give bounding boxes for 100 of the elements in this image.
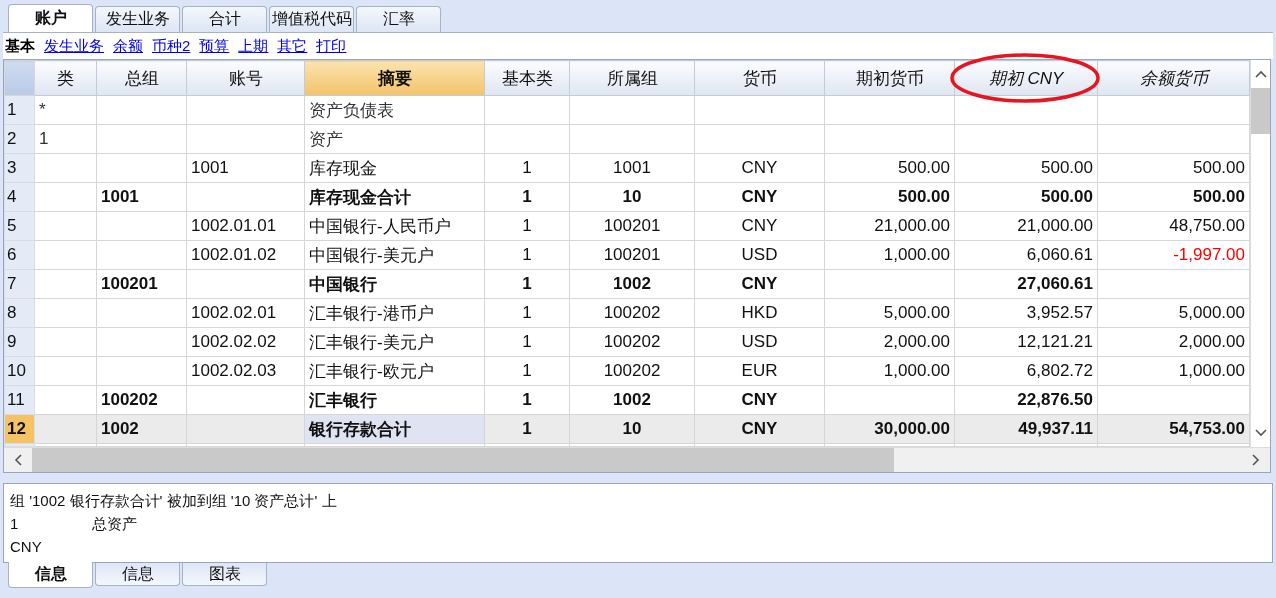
table-cell: 库存现金 <box>304 153 485 183</box>
table-cell: EUR <box>694 356 825 386</box>
table-cell: 500.00 <box>954 153 1098 183</box>
tab[interactable]: 发生业务 <box>95 6 180 32</box>
table-cell: 汇丰银行 <box>304 385 485 415</box>
table-cell: 1 <box>484 182 570 212</box>
table-cell: 10 <box>569 414 695 444</box>
scroll-down-icon[interactable] <box>1254 429 1267 437</box>
table-cell: 库存现金合计 <box>304 182 485 212</box>
table-cell: 1 <box>484 211 570 241</box>
table-cell: 1 <box>484 385 570 415</box>
tab[interactable]: 信息 <box>8 562 93 588</box>
table-cell: 54,753.00 <box>1097 414 1250 444</box>
row-number[interactable]: 8 <box>4 298 35 328</box>
row-number[interactable]: 1 <box>4 95 35 125</box>
table-cell: 1001 <box>96 182 187 212</box>
table-cell: 中国银行-人民币户 <box>304 211 485 241</box>
table-cell: 1002.02.02 <box>186 327 305 357</box>
table-cell: 100201 <box>569 240 695 270</box>
row-number[interactable]: 7 <box>4 269 35 299</box>
table-cell: 500.00 <box>824 153 955 183</box>
info-text: CNY <box>10 537 43 557</box>
table-cell: 10 <box>569 182 695 212</box>
vertical-scrollbar[interactable] <box>1250 60 1270 447</box>
table-cell: 1002.01.02 <box>186 240 305 270</box>
view-link[interactable]: 打印 <box>316 36 347 56</box>
info-text: 总资产 <box>92 514 137 534</box>
table-cell: 1 <box>484 298 570 328</box>
column-header[interactable]: 类 <box>34 60 97 96</box>
table-cell: CNY <box>694 153 825 183</box>
table-cell: 5,000.00 <box>824 298 955 328</box>
column-header[interactable]: 账号 <box>186 60 305 96</box>
table-cell: 1 <box>484 269 570 299</box>
row-number[interactable]: 4 <box>4 182 35 212</box>
table-cell: 银行存款合计 <box>304 414 485 444</box>
tab[interactable]: 图表 <box>182 563 267 586</box>
table-cell: 1001 <box>186 153 305 183</box>
table-cell: 100202 <box>96 385 187 415</box>
table-cell: 100202 <box>569 356 695 386</box>
table-cell: 500.00 <box>1097 153 1250 183</box>
view-link[interactable]: 上期 <box>238 36 269 56</box>
row-number[interactable]: 9 <box>4 327 35 357</box>
view-link[interactable]: 发生业务 <box>44 36 104 56</box>
table-cell: 22,876.50 <box>954 385 1098 415</box>
table-cell: CNY <box>694 182 825 212</box>
table-cell: USD <box>694 327 825 357</box>
column-header[interactable]: 基本类 <box>484 60 570 96</box>
table-cell: 500.00 <box>824 182 955 212</box>
table-cell: 1002 <box>96 414 187 444</box>
column-header[interactable]: 总组 <box>96 60 187 96</box>
view-link[interactable]: 预算 <box>199 36 230 56</box>
table-cell: 1002.02.01 <box>186 298 305 328</box>
table-cell: 100202 <box>569 327 695 357</box>
horizontal-scrollbar[interactable] <box>4 447 1270 472</box>
scroll-right-icon[interactable] <box>1252 454 1260 466</box>
tab[interactable]: 账户 <box>8 4 93 32</box>
table-cell: 1 <box>484 414 570 444</box>
table-cell: 48,750.00 <box>1097 211 1250 241</box>
table-cell: -1,997.00 <box>1097 240 1250 270</box>
table-cell: 27,060.61 <box>954 269 1098 299</box>
row-number[interactable]: 3 <box>4 153 35 183</box>
tab[interactable]: 信息 <box>95 563 180 586</box>
corner-cell <box>4 60 35 96</box>
row-number[interactable]: 11 <box>4 385 35 415</box>
table-cell: 30,000.00 <box>824 414 955 444</box>
column-header[interactable]: 所属组 <box>569 60 695 96</box>
table-cell: 100202 <box>569 298 695 328</box>
scroll-up-icon[interactable] <box>1254 70 1267 78</box>
tab[interactable]: 汇率 <box>356 6 441 32</box>
table-cell: 6,802.72 <box>954 356 1098 386</box>
row-number[interactable]: 10 <box>4 356 35 386</box>
table-cell: 1002 <box>569 385 695 415</box>
row-number[interactable]: 6 <box>4 240 35 270</box>
view-label[interactable]: 基本 <box>5 36 35 56</box>
view-link[interactable]: 余额 <box>113 36 143 56</box>
table-cell: 1 <box>484 356 570 386</box>
scroll-left-icon[interactable] <box>14 454 22 466</box>
table-cell: 1,000.00 <box>1097 356 1250 386</box>
table-cell: USD <box>694 240 825 270</box>
table-cell: 12,121.21 <box>954 327 1098 357</box>
tab[interactable]: 增值税代码 <box>269 6 354 32</box>
table-cell: 3,952.57 <box>954 298 1098 328</box>
tab[interactable]: 合计 <box>182 6 267 32</box>
scroll-thumb[interactable] <box>1251 88 1270 134</box>
column-header[interactable]: 期初货币 <box>824 60 955 96</box>
row-number[interactable]: 5 <box>4 211 35 241</box>
column-header[interactable]: 货币 <box>694 60 825 96</box>
scroll-thumb[interactable] <box>32 448 894 472</box>
table-cell: 1 <box>484 153 570 183</box>
row-number[interactable]: 2 <box>4 124 35 154</box>
column-header[interactable]: 期初 CNY <box>954 60 1098 96</box>
row-number[interactable]: 12 <box>4 414 35 444</box>
table-cell: 2,000.00 <box>824 327 955 357</box>
column-header[interactable]: 余额货币 <box>1097 60 1250 96</box>
view-link[interactable]: 币种2 <box>152 36 191 56</box>
view-link[interactable]: 其它 <box>277 36 308 56</box>
info-message: 组 '1002 银行存款合计' 被加到组 '10 资产总计' 上 <box>10 491 338 511</box>
column-header[interactable]: 摘要 <box>304 60 485 96</box>
table-cell: 21,000.00 <box>824 211 955 241</box>
table-cell: 资产 <box>304 124 485 154</box>
